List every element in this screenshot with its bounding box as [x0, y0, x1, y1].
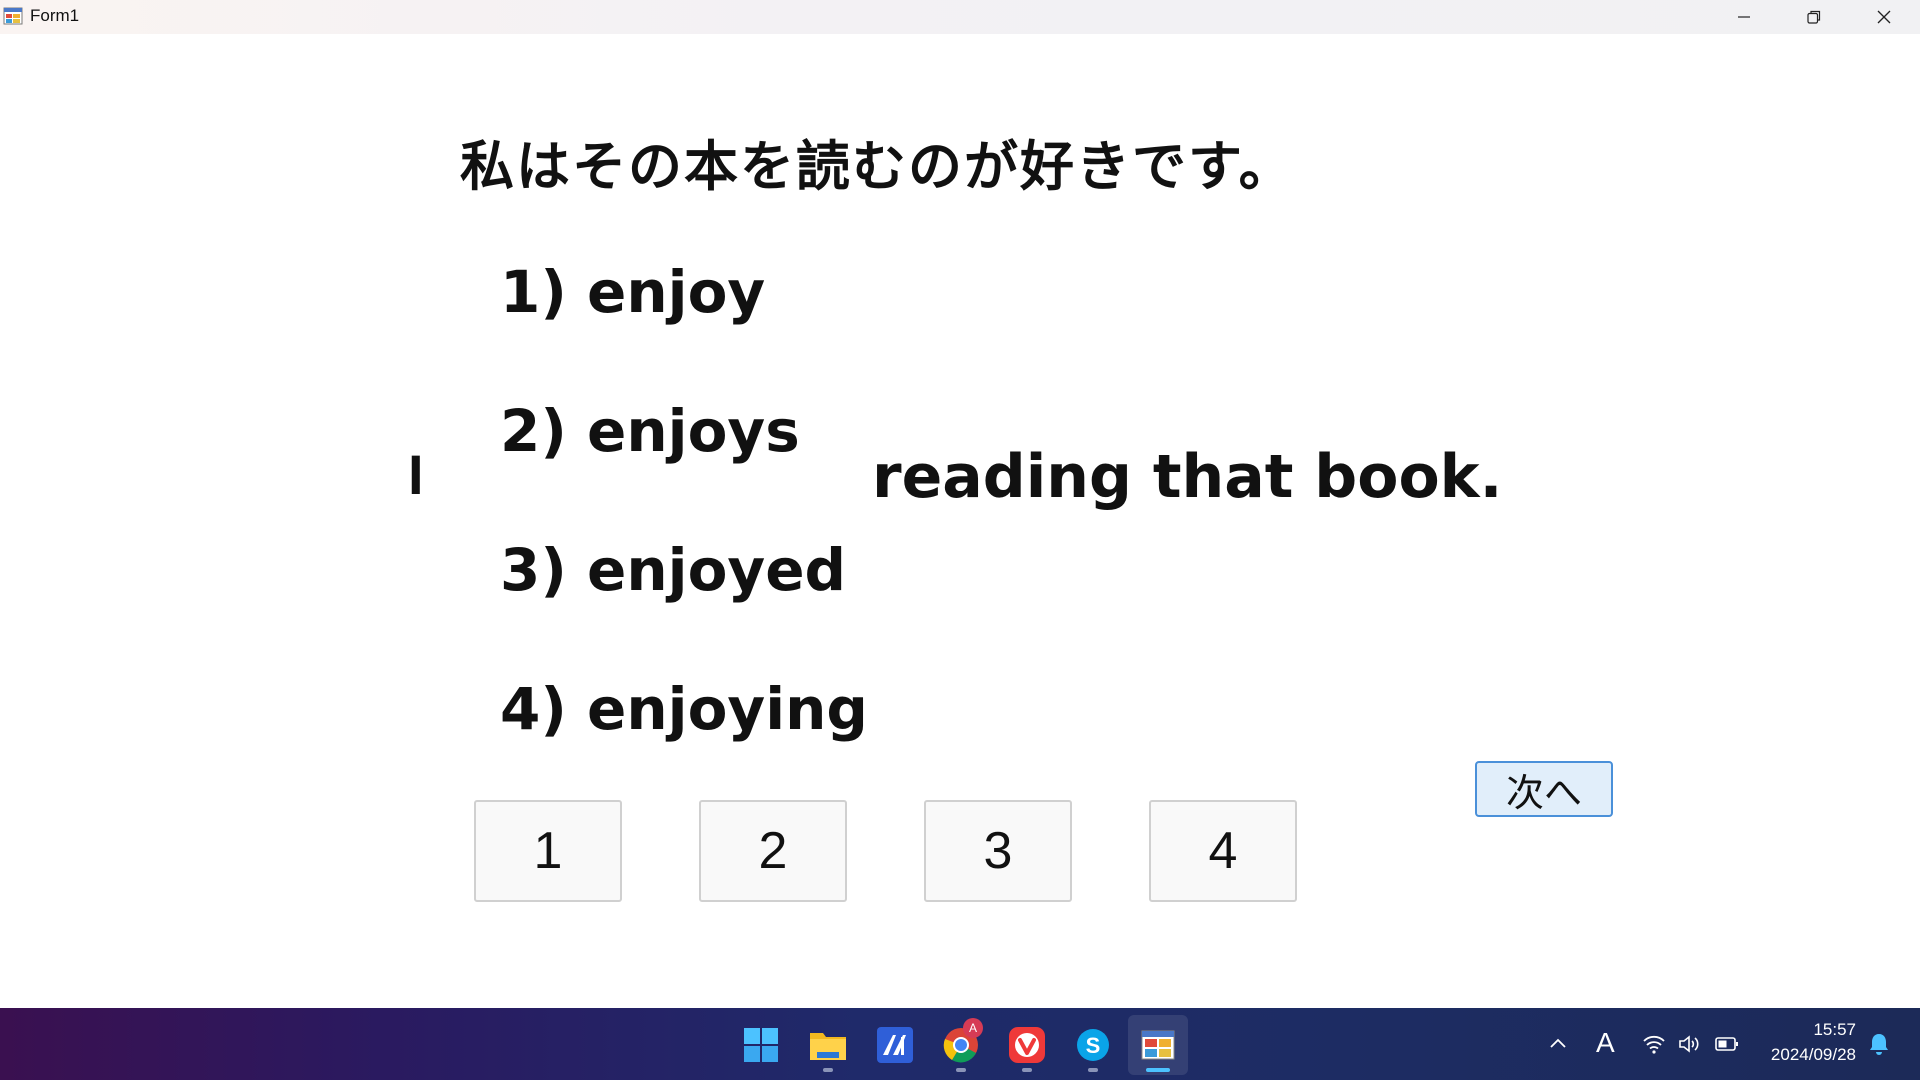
next-button[interactable]: 次へ [1475, 761, 1613, 817]
choice-4: 4) enjoying [500, 675, 868, 743]
answer-button-4[interactable]: 4 [1149, 800, 1297, 902]
choice-2: 2) enjoys [500, 397, 800, 465]
form-app-icon [3, 6, 23, 26]
running-indicator [823, 1068, 833, 1072]
wifi-icon[interactable] [1642, 1034, 1666, 1059]
restore-button[interactable] [1779, 0, 1849, 34]
vivaldi-icon[interactable] [1007, 1025, 1047, 1065]
notification-bell-icon[interactable] [1868, 1032, 1890, 1061]
close-button[interactable] [1849, 0, 1919, 34]
restore-icon [1807, 10, 1821, 24]
sentence-subject: I [408, 443, 424, 506]
answer-button-2[interactable]: 2 [699, 800, 847, 902]
volume-icon[interactable] [1678, 1034, 1702, 1059]
choice-3: 3) enjoyed [500, 536, 847, 604]
minimize-icon [1738, 16, 1750, 18]
clock-time[interactable]: 15:57 [1810, 1020, 1856, 1040]
svg-text:S: S [1086, 1033, 1101, 1058]
form-app-icon[interactable] [1138, 1025, 1178, 1065]
window-title: Form1 [30, 6, 80, 25]
choice-1: 1) enjoy [500, 258, 766, 326]
ime-indicator[interactable]: A [1596, 1027, 1615, 1059]
running-indicator [1022, 1068, 1032, 1072]
file-explorer-icon[interactable] [808, 1025, 848, 1065]
answer-button-1[interactable]: 1 [474, 800, 622, 902]
active-indicator [1146, 1068, 1170, 1072]
running-indicator [1088, 1068, 1098, 1072]
minimize-button[interactable] [1709, 0, 1779, 34]
close-icon [1877, 10, 1891, 24]
app-icon[interactable] [875, 1025, 915, 1065]
chrome-profile-badge: A [963, 1018, 983, 1038]
clock-date[interactable]: 2024/09/28 [1762, 1045, 1856, 1065]
battery-icon[interactable] [1714, 1034, 1740, 1059]
title-bar: Form1 [0, 0, 1920, 34]
running-indicator [956, 1068, 966, 1072]
chevron-up-icon[interactable] [1548, 1034, 1568, 1059]
skype-icon[interactable]: S [1073, 1025, 1113, 1065]
start-icon[interactable] [741, 1025, 781, 1065]
sentence-rest: reading that book. [872, 442, 1503, 512]
question-japanese: 私はその本を読むのが好きです。 [460, 135, 1295, 198]
answer-button-3[interactable]: 3 [924, 800, 1072, 902]
